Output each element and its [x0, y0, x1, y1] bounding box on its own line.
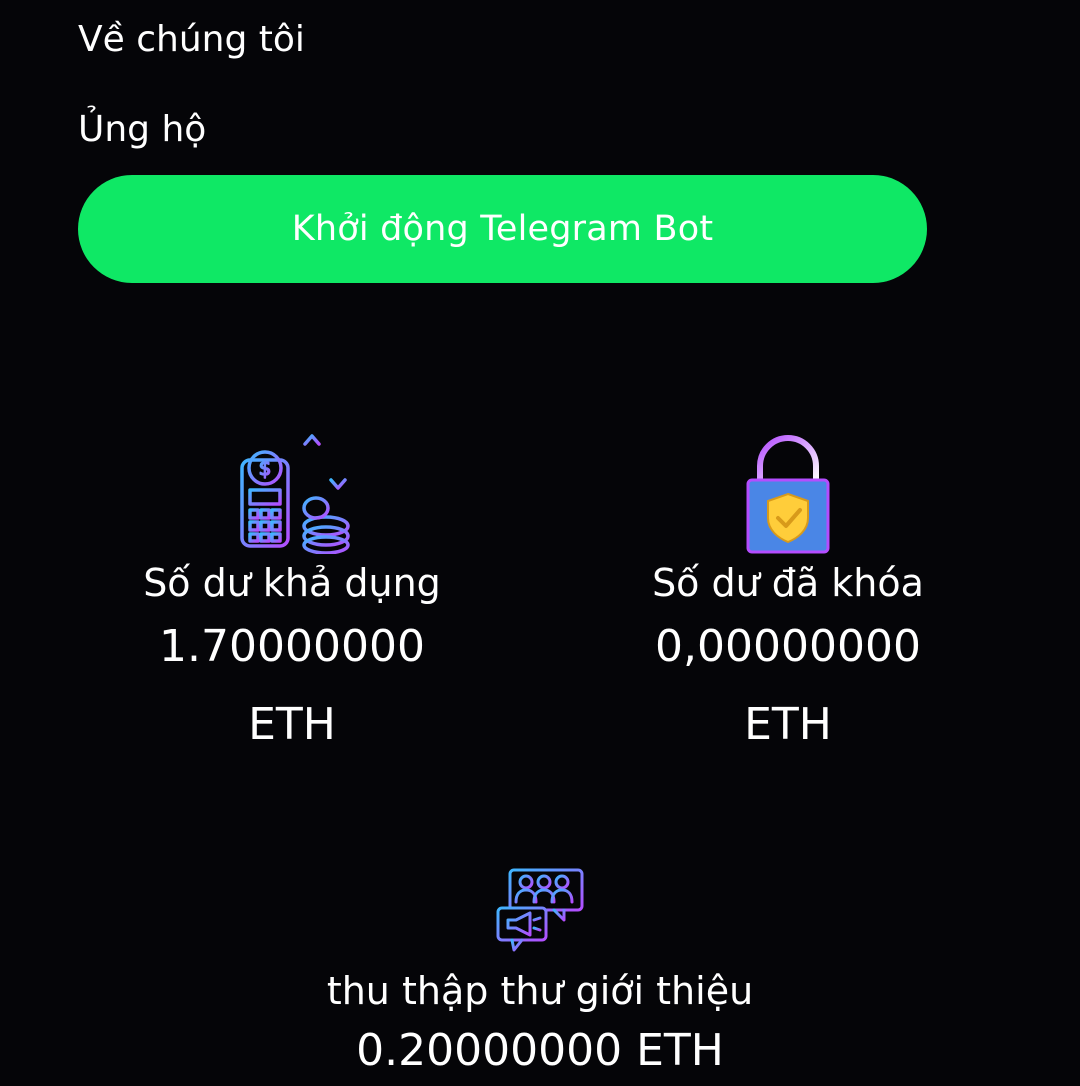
payment-terminal-icon: $: [112, 430, 472, 554]
available-balance-unit: ETH: [248, 699, 336, 750]
locked-balance-label: Số dư đã khóa: [652, 561, 924, 605]
locked-balance-amount: 0,00000000: [655, 621, 921, 672]
referral-amount: 0.20000000 ETH: [356, 1025, 724, 1076]
available-balance-amount: 1.70000000: [159, 621, 425, 672]
svg-text:$: $: [259, 456, 272, 480]
locked-balance-unit: ETH: [744, 699, 832, 750]
support-link[interactable]: Ủng hộ: [78, 108, 206, 152]
referral-group-icon: [270, 866, 810, 958]
referral-label: thu thập thư giới thiệu: [326, 969, 754, 1013]
about-link[interactable]: Về chúng tôi: [78, 18, 305, 62]
available-balance-label: Số dư khả dụng: [143, 561, 441, 605]
start-telegram-bot-button[interactable]: Khởi động Telegram Bot: [78, 175, 927, 283]
start-telegram-bot-label: Khởi động Telegram Bot: [291, 209, 714, 249]
referral-card: thu thập thư giới thiệu 0.20000000 ETH: [270, 866, 810, 1086]
available-balance-card: $ Số dư khả dụng 1.70000000 ETH: [112, 430, 472, 764]
lock-shield-icon: [608, 430, 968, 554]
locked-balance-card: Số dư đã khóa 0,00000000 ETH: [608, 430, 968, 764]
